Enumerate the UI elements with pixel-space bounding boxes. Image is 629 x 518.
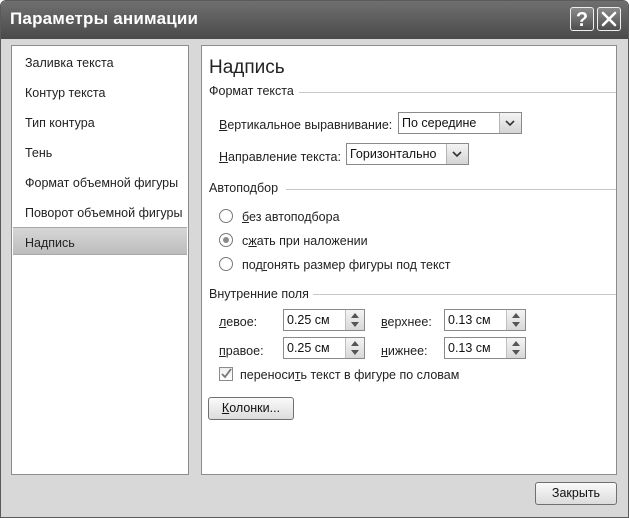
section-text-format: Формат текста <box>209 84 294 98</box>
divider <box>299 92 616 93</box>
section-internal-margins: Внутренние поля <box>209 287 309 301</box>
sidebar-item-label: Тип контура <box>25 116 95 130</box>
title-bar[interactable]: Параметры анимации ? <box>1 1 628 39</box>
dropdown-button[interactable] <box>499 113 521 133</box>
wrap-text-label[interactable]: переносить текст в фигуре по словам <box>240 368 459 382</box>
sidebar-item-text-fill[interactable]: Заливка текста <box>13 48 187 76</box>
chevron-down-icon <box>452 151 462 157</box>
settings-panel: Надпись Формат текста Вертикальное вырав… <box>201 45 617 475</box>
margin-top-value: 0.13 см <box>448 313 491 327</box>
radio-no-autofit-label[interactable]: без автоподбора <box>242 210 340 224</box>
spinner-buttons[interactable] <box>506 338 525 358</box>
sidebar-item-label: Тень <box>25 146 53 160</box>
radio-resize-shape-label[interactable]: подгонять размер фигуры под текст <box>242 258 451 272</box>
margin-right-value: 0.25 см <box>287 341 330 355</box>
checkmark-icon <box>221 368 232 379</box>
close-icon <box>601 11 617 27</box>
spinner-buttons[interactable] <box>345 338 364 358</box>
page-title: Надпись <box>209 57 285 78</box>
sidebar-item-label: Надпись <box>25 236 75 250</box>
spinner-buttons[interactable] <box>506 310 525 330</box>
spin-down-icon[interactable] <box>351 322 359 327</box>
radio-resize-shape[interactable] <box>219 257 233 271</box>
text-direction-select[interactable]: Горизонтально <box>346 143 469 165</box>
spin-up-icon[interactable] <box>351 341 359 346</box>
sidebar-item-text-box[interactable]: Надпись <box>13 227 187 255</box>
columns-button[interactable]: Колонки... <box>208 397 294 420</box>
text-direction-label: Направление текста: <box>219 150 341 164</box>
animation-options-dialog: Параметры анимации ? Заливка текста Конт… <box>0 0 629 518</box>
sidebar-item-label: Заливка текста <box>25 56 114 70</box>
spin-up-icon[interactable] <box>512 341 520 346</box>
margin-top-spinner[interactable]: 0.13 см <box>444 309 526 331</box>
wrap-text-checkbox[interactable] <box>219 367 233 381</box>
margin-bottom-label: нижнее: <box>381 344 428 358</box>
divider <box>286 189 616 190</box>
radio-no-autofit[interactable] <box>219 209 233 223</box>
spin-down-icon[interactable] <box>512 350 520 355</box>
sidebar-item-label: Поворот объемной фигуры <box>25 206 183 220</box>
margin-bottom-value: 0.13 см <box>448 341 491 355</box>
dialog-title: Параметры анимации <box>10 9 199 28</box>
help-icon: ? <box>575 9 589 31</box>
vertical-align-value: По середине <box>402 116 477 130</box>
close-window-button[interactable] <box>597 7 621 31</box>
margin-bottom-spinner[interactable]: 0.13 см <box>444 337 526 359</box>
sidebar-item-text-outline[interactable]: Контур текста <box>13 78 187 106</box>
spinner-buttons[interactable] <box>345 310 364 330</box>
sidebar-item-3d-rotation[interactable]: Поворот объемной фигуры <box>13 198 187 226</box>
margin-right-label: правое: <box>219 344 264 358</box>
dropdown-button[interactable] <box>446 144 468 164</box>
sidebar-item-label: Контур текста <box>25 86 106 100</box>
spin-up-icon[interactable] <box>512 313 520 318</box>
help-button[interactable]: ? <box>570 7 594 31</box>
sidebar-item-outline-style[interactable]: Тип контура <box>13 108 187 136</box>
sidebar-item-3d-format[interactable]: Формат объемной фигуры <box>13 168 187 196</box>
margin-left-spinner[interactable]: 0.25 см <box>283 309 365 331</box>
spin-up-icon[interactable] <box>351 313 359 318</box>
spin-down-icon[interactable] <box>512 322 520 327</box>
chevron-down-icon <box>505 120 515 126</box>
close-button[interactable]: Закрыть <box>535 482 617 505</box>
section-autofit: Автоподбор <box>209 181 279 195</box>
spin-down-icon[interactable] <box>351 350 359 355</box>
margin-left-value: 0.25 см <box>287 313 330 327</box>
vertical-align-label: Вертикальное выравнивание: <box>219 118 393 132</box>
radio-shrink-on-overflow-label[interactable]: сжать при наложении <box>242 234 368 248</box>
category-list: Заливка текста Контур текста Тип контура… <box>11 45 189 475</box>
radio-shrink-on-overflow[interactable] <box>219 233 233 247</box>
margin-right-spinner[interactable]: 0.25 см <box>283 337 365 359</box>
margin-top-label: верхнее: <box>381 315 432 329</box>
margin-left-label: левое: <box>219 315 258 329</box>
sidebar-item-label: Формат объемной фигуры <box>25 176 179 190</box>
text-direction-value: Горизонтально <box>350 147 437 161</box>
sidebar-item-shadow[interactable]: Тень <box>13 138 187 166</box>
vertical-align-select[interactable]: По середине <box>398 112 522 134</box>
divider <box>313 294 616 295</box>
